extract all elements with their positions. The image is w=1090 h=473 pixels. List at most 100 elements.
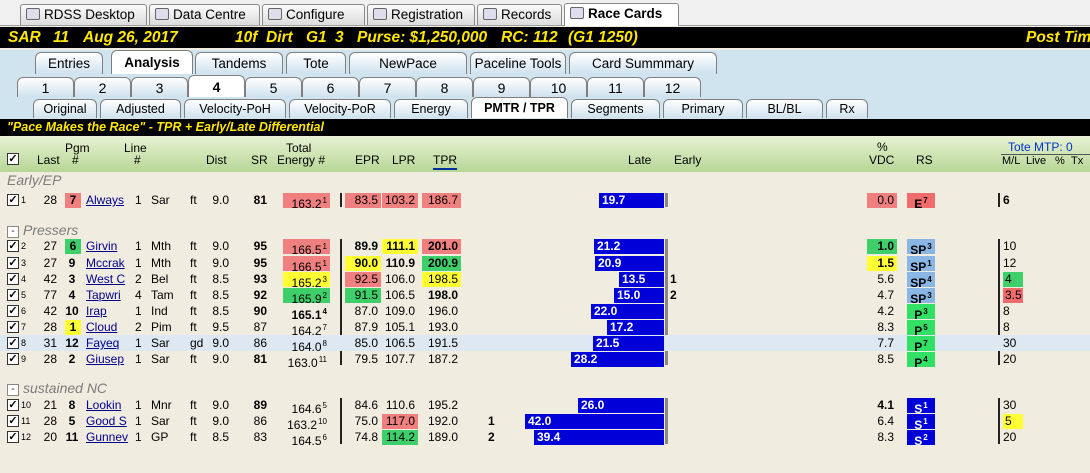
race-tab-11[interactable]: 11 (587, 77, 644, 97)
collapse-icon[interactable]: - (7, 384, 19, 396)
collapse-icon[interactable]: - (7, 226, 19, 238)
row-checkbox[interactable]: ✓ (7, 431, 19, 443)
tab-card-summmary[interactable]: Card Summmary (569, 52, 717, 74)
horse-name-link[interactable]: West C (86, 271, 128, 287)
table-row[interactable]: ✓ 2 27 6 Girvin 1 Mth ft 9.0 95 166.51 89.9 111.1 201… (0, 238, 1090, 257)
window-tab-records[interactable]: Records (477, 4, 562, 25)
epr-value: 75.0 (354, 414, 378, 428)
late-bar: 42.0 (525, 414, 664, 429)
lpr-value: 111.1 (382, 239, 418, 254)
horse-name-link[interactable]: Always (86, 192, 128, 208)
horse-name-link[interactable]: Mccrak (86, 255, 128, 271)
window-tab-registration[interactable]: Registration (367, 4, 475, 25)
row-checkbox[interactable]: ✓ (7, 273, 19, 285)
race-tab-3[interactable]: 3 (131, 77, 188, 97)
row-checkbox[interactable]: ✓ (7, 305, 19, 317)
horse-name-link[interactable]: Irap (86, 303, 128, 319)
epr-value: 87.0 (354, 304, 378, 318)
running-style-badge: E7 (907, 193, 935, 211)
row-checkbox[interactable]: ✓ (7, 240, 19, 252)
table-row[interactable]: ✓ 5 77 4 Tapwri 4 Tam ft 8.5 92 165.92 91.5 106.5 198… (0, 287, 1090, 306)
subtab-pmtr-tpr[interactable]: PMTR / TPR (471, 97, 568, 118)
subtab-primary[interactable]: Primary (663, 99, 743, 118)
horse-name-link[interactable]: Good S (86, 413, 128, 429)
track-code: GP (151, 430, 169, 444)
horse-name-link[interactable]: Girvin (86, 238, 128, 254)
tab-tote[interactable]: Tote (286, 52, 346, 74)
race-tab-2[interactable]: 2 (74, 77, 131, 97)
row-checkbox[interactable]: ✓ (7, 353, 19, 365)
subtab-bl-bl[interactable]: BL/BL (746, 99, 823, 118)
window-tab-rdss-desktop[interactable]: RDSS Desktop (20, 4, 147, 25)
column-header: ✓ Last Pgm # Line # Dist SR Total Energy… (0, 137, 1090, 172)
row-checkbox[interactable]: ✓ (7, 399, 19, 411)
race-tab-4[interactable]: 4 (188, 75, 245, 97)
horse-name-link[interactable]: Cloud (86, 319, 128, 335)
days-since-last: 31 (43, 336, 57, 350)
row-checkbox[interactable]: ✓ (7, 337, 19, 349)
race-number-tab-bar: 1 2 3 4 5 6 7 8 9 10 11 12 (0, 75, 1090, 97)
horse-name-link[interactable]: Giusep (86, 351, 128, 367)
horse-name-link[interactable]: Fayeq (86, 335, 128, 351)
row-checkbox[interactable]: ✓ (7, 257, 19, 269)
vdc-value: 4.7 (877, 288, 894, 302)
window-tab-race-cards[interactable]: Race Cards (564, 3, 679, 26)
col-tpr[interactable]: TPR (433, 153, 457, 170)
table-row[interactable]: ✓ 11 28 5 Good S 1 Sar ft 9.0 86 163.210 75.0 117.0 1… (0, 413, 1090, 432)
table-row[interactable]: ✓ 7 28 1 Cloud 2 Pim ft 9.5 87 164.27 87.9 105.1 193.… (0, 319, 1090, 338)
race-tab-8[interactable]: 8 (416, 77, 473, 97)
subtab-velocity-poh[interactable]: Velocity-PoH (184, 99, 286, 118)
race-tab-7[interactable]: 7 (359, 77, 416, 97)
race-tab-9[interactable]: 9 (473, 77, 530, 97)
table-row[interactable]: ✓ 4 42 3 West C 2 Bel ft 8.5 93 165.23 92.5 106.0 198… (0, 271, 1090, 290)
race-tab-12[interactable]: 12 (644, 77, 701, 97)
table-row[interactable]: ✓ 1 28 7 Always 1 Sar ft 9.0 81 163.21 83.5 103.2 186… (0, 192, 1090, 211)
distance: 8.5 (212, 430, 229, 444)
program-number: 11 (65, 430, 79, 444)
row-checkbox[interactable]: ✓ (7, 289, 19, 301)
race-tab-1[interactable]: 1 (17, 77, 74, 97)
tpr-value: 198.0 (427, 288, 458, 302)
window-tab-data-centre[interactable]: Data Centre (149, 4, 260, 25)
tab-analysis[interactable]: Analysis (111, 50, 193, 74)
horse-name-link[interactable]: Tapwri (86, 287, 128, 303)
race-tab-10[interactable]: 10 (530, 77, 587, 97)
subtab-adjusted[interactable]: Adjusted (100, 99, 181, 118)
row-checkbox[interactable]: ✓ (7, 321, 19, 333)
line-number: 1 (135, 430, 142, 444)
subtab-velocity-por[interactable]: Velocity-PoR (289, 99, 391, 118)
group-header[interactable]: - sustained NC (7, 380, 107, 396)
horse-name-link[interactable]: Gunnev (86, 429, 128, 445)
energy-rank: 5 (322, 401, 327, 410)
race-tab-6[interactable]: 6 (302, 77, 359, 97)
group-header[interactable]: - Pressers (7, 222, 78, 238)
col-pgm-num: # (72, 153, 79, 167)
tab-newpace[interactable]: NewPace (349, 52, 467, 74)
tab-paceline-tools[interactable]: Paceline Tools (470, 52, 566, 74)
subtab-original[interactable]: Original (33, 99, 97, 118)
select-all-checkbox[interactable]: ✓ (7, 153, 19, 165)
subtab-segments[interactable]: Segments (571, 99, 660, 118)
row-index: 8 (21, 338, 27, 348)
table-row[interactable]: ✓ 3 27 9 Mccrak 1 Mth ft 9.0 95 166.51 90.0 110.9 200… (0, 255, 1090, 274)
document-icon (570, 7, 584, 19)
table-row[interactable]: ✓ 6 42 10 Irap 1 Ind ft 8.5 90 165.14 87.0 109.0 196.… (0, 303, 1090, 322)
distance: 9.0 (212, 398, 229, 412)
tab-entries[interactable]: Entries (35, 52, 103, 74)
col-last: Last (37, 153, 60, 167)
energy-rank: 10 (318, 417, 327, 426)
row-checkbox[interactable]: ✓ (7, 415, 19, 427)
table-row[interactable]: ✓ 8 31 12 Fayeq 1 Sar gd 9.0 86 164.08 85.0 106.5 191… (0, 335, 1090, 354)
race-tab-5[interactable]: 5 (245, 77, 302, 97)
horse-name-link[interactable]: Lookin (86, 397, 128, 413)
tab-tandems[interactable]: Tandems (195, 52, 283, 74)
table-row[interactable]: ✓ 10 21 8 Lookin 1 Mnr ft 9.0 89 164.65 84.6 110.6 19… (0, 397, 1090, 416)
row-checkbox[interactable]: ✓ (7, 194, 19, 206)
table-row[interactable]: ✓ 9 28 2 Giusep 1 Sar ft 9.0 81 163.011 79.5 107.7 18… (0, 351, 1090, 370)
table-row[interactable]: ✓ 12 20 11 Gunnev 1 GP ft 8.5 83 164.56 74.8 114.2 18… (0, 429, 1090, 448)
early-marker: 2 (488, 430, 495, 444)
col-lpr: LPR (392, 153, 416, 167)
subtab-energy[interactable]: Energy (394, 99, 468, 118)
subtab-rx[interactable]: Rx (826, 99, 868, 118)
window-tab-configure[interactable]: Configure (262, 4, 365, 25)
